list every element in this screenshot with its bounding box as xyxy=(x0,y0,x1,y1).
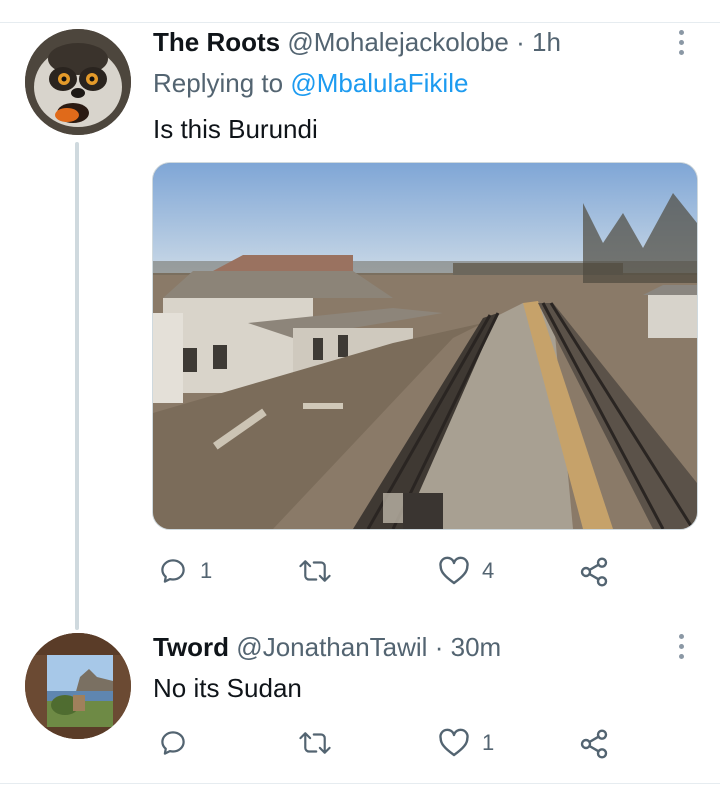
like-count: 4 xyxy=(482,558,495,583)
heart-icon xyxy=(439,556,469,585)
share-icon xyxy=(580,557,608,587)
top-divider xyxy=(0,22,720,23)
reply-action[interactable]: 1 xyxy=(158,556,212,586)
more-options-icon[interactable] xyxy=(677,634,687,664)
lemur-avatar-icon xyxy=(25,29,131,135)
retweet-action[interactable] xyxy=(298,728,344,758)
replying-to-line: Replying to @MbalulaFikile xyxy=(153,68,468,98)
user-avatar-tword[interactable] xyxy=(25,633,131,739)
display-name[interactable]: The Roots xyxy=(153,27,280,57)
share-icon xyxy=(580,729,608,759)
reply-count: 1 xyxy=(200,558,213,583)
header-separator: · xyxy=(516,27,525,57)
retweet-icon xyxy=(299,560,331,582)
user-handle[interactable]: @Mohalejackolobe xyxy=(287,27,509,57)
abandoned-train-station-photo-icon xyxy=(153,163,697,529)
window-landscape-avatar-icon xyxy=(25,633,131,739)
tweet-text: No its Sudan xyxy=(153,673,302,703)
header-separator: · xyxy=(434,632,444,662)
reply-icon xyxy=(161,731,185,755)
retweet-action[interactable] xyxy=(298,556,344,586)
share-action[interactable] xyxy=(578,556,610,588)
display-name[interactable]: Tword xyxy=(153,632,229,662)
retweet-icon xyxy=(299,732,331,754)
like-action[interactable]: 4 xyxy=(438,556,494,586)
tweet-media-image[interactable] xyxy=(152,162,698,530)
tweet-text: Is this Burundi xyxy=(153,114,318,144)
like-count: 1 xyxy=(482,730,495,755)
more-options-icon[interactable] xyxy=(677,30,687,60)
bottom-divider xyxy=(0,783,720,784)
reply-icon xyxy=(161,559,185,583)
reply-mention-link[interactable]: @MbalulaFikile xyxy=(290,68,468,98)
reply-action[interactable] xyxy=(158,728,200,758)
thread-connector-line xyxy=(75,142,79,630)
replying-to-label: Replying to xyxy=(153,68,284,98)
share-action[interactable] xyxy=(578,728,610,760)
tweet-time[interactable]: 1h xyxy=(532,27,561,57)
heart-icon xyxy=(439,728,469,757)
tweet-time[interactable]: 30m xyxy=(451,632,502,662)
like-action[interactable]: 1 xyxy=(438,728,494,758)
tweet-header: Tword @JonathanTawil · 30m xyxy=(153,632,501,662)
user-avatar-the-roots[interactable] xyxy=(25,29,131,135)
user-handle[interactable]: @JonathanTawil xyxy=(236,632,427,662)
tweet-header: The Roots @Mohalejackolobe · 1h xyxy=(153,27,561,57)
